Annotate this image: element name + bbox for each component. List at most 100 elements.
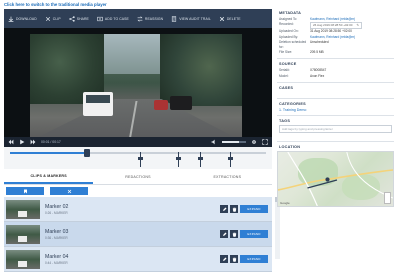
pencil-icon — [222, 207, 226, 211]
metadata-key: Deletion scheduled for: — [279, 39, 307, 50]
clip-marker-subtabs — [4, 185, 272, 197]
view-audit-trail-label: VIEW AUDIT TRAIL — [179, 16, 211, 21]
view-audit-trail-button[interactable]: VIEW AUDIT TRAIL — [171, 15, 211, 22]
timeline-progress — [10, 152, 87, 154]
settings-gear-icon[interactable] — [251, 139, 257, 145]
delete-label: DELETE — [226, 16, 241, 21]
list-item[interactable]: Marker 03 0:36 - MARKER EXPAND — [4, 222, 272, 247]
source-row: Model: Axon Flex — [277, 74, 394, 79]
marker-subtitle: 0:44 - MARKER — [45, 260, 68, 265]
add-to-case-button[interactable]: ADD TO CASE — [97, 16, 129, 22]
expand-marker-button[interactable]: EXPAND — [240, 205, 268, 213]
list-item[interactable]: Marker 02 0:26 - MARKER EXPAND — [4, 197, 272, 222]
timeline-marker[interactable] — [198, 152, 203, 167]
map-pin-icon — [325, 177, 330, 182]
timeline-playhead[interactable] — [83, 149, 90, 157]
trash-icon — [232, 232, 236, 237]
map-attribution: Google — [280, 200, 290, 205]
delete-button[interactable]: DELETE — [219, 16, 241, 22]
marker-thumbnail — [6, 224, 40, 244]
metadata-key: Recorded: — [279, 22, 294, 27]
expand-marker-button[interactable]: EXPAND — [240, 230, 268, 238]
add-to-case-icon — [97, 16, 103, 21]
player-controls: 00:01 / 00:17 — [4, 137, 272, 147]
divider — [277, 58, 394, 60]
marker-subtitle: 0:26 - MARKER — [45, 210, 68, 215]
recorded-date-field[interactable]: 26 Aug 2019 08:28:50 +02:00 ✎ — [310, 22, 362, 30]
edit-marker-button[interactable] — [220, 230, 228, 238]
volume-slider[interactable] — [222, 141, 246, 143]
fast-forward-icon[interactable] — [30, 139, 36, 145]
media-panel: DOWNLOAD CLIP SHARE ADD TO CASE REASSIGN… — [4, 9, 280, 272]
map-roads — [278, 151, 393, 206]
reassign-icon — [137, 15, 143, 22]
tab-redactions[interactable]: REDACTIONS — [93, 169, 182, 184]
metadata-row: File Size: 209.5 MB — [277, 50, 394, 55]
timeline-marker[interactable] — [228, 152, 233, 167]
reassign-label: REASSIGN — [144, 16, 164, 21]
expand-marker-button[interactable]: EXPAND — [240, 255, 268, 263]
edit-marker-button[interactable] — [220, 205, 228, 213]
pencil-icon[interactable]: ✎ — [356, 23, 359, 28]
download-icon — [8, 16, 14, 22]
volume-icon[interactable] — [211, 139, 217, 145]
category-item[interactable]: 1. Training Demo — [277, 108, 394, 112]
divider — [277, 114, 394, 116]
audit-trail-icon — [172, 15, 177, 22]
recorded-date-value: 26 Aug 2019 08:28:50 +02:00 — [313, 23, 353, 28]
list-item[interactable]: Marker 04 0:44 - MARKER EXPAND — [4, 247, 272, 272]
video-player[interactable]: 00:01 / 00:17 — [4, 28, 272, 147]
details-panel: METADATA Assigned To: Kaufmann, Reinhard… — [277, 11, 394, 207]
metadata-value: Unscheduled — [310, 39, 329, 44]
rewind-icon[interactable] — [8, 139, 14, 145]
bookmark-icon — [23, 189, 27, 193]
source-heading: SOURCE — [279, 62, 297, 67]
delete-marker-button[interactable] — [230, 255, 238, 263]
delete-icon — [219, 16, 224, 21]
share-label: SHARE — [76, 16, 89, 21]
marker-title: Marker 04 — [45, 253, 69, 260]
clip-label: CLIP — [52, 16, 61, 21]
marker-list: Marker 02 0:26 - MARKER EXPAND Marker 03… — [4, 197, 280, 272]
marker-timeline[interactable] — [4, 147, 272, 169]
timeline-marker[interactable] — [176, 152, 181, 167]
share-button[interactable]: SHARE — [69, 15, 89, 22]
clips-subtab[interactable] — [50, 187, 88, 195]
clip-button[interactable]: CLIP — [45, 16, 61, 22]
download-label: DOWNLOAD — [16, 16, 37, 21]
tab-extractions[interactable]: EXTRACTIONS — [183, 169, 272, 184]
source-value: Axon Flex — [310, 73, 325, 78]
white-van — [83, 92, 113, 116]
metadata-key: File Size: — [279, 50, 293, 55]
trash-icon — [232, 257, 236, 262]
edit-marker-button[interactable] — [220, 255, 228, 263]
clip-icon — [67, 189, 71, 193]
timeline-marker[interactable] — [138, 152, 143, 167]
media-tabs: CLIPS & MARKERS REDACTIONS EXTRACTIONS — [4, 169, 272, 185]
fullscreen-icon[interactable] — [262, 139, 268, 145]
marker-thumbnail — [6, 199, 40, 219]
play-icon[interactable] — [19, 139, 25, 145]
media-toolbar: DOWNLOAD CLIP SHARE ADD TO CASE REASSIGN… — [4, 9, 272, 28]
pencil-icon — [222, 232, 226, 236]
divider — [277, 81, 394, 83]
map-zoom-control[interactable] — [384, 191, 391, 204]
reassign-button[interactable]: REASSIGN — [137, 15, 164, 22]
marker-title: Marker 02 — [45, 203, 69, 210]
delete-marker-button[interactable] — [230, 205, 238, 213]
divider — [277, 140, 394, 142]
switch-player-link[interactable]: Click here to switch to the traditional … — [4, 2, 107, 7]
delete-marker-button[interactable] — [230, 230, 238, 238]
tab-clips-markers[interactable]: CLIPS & MARKERS — [4, 169, 94, 184]
cases-heading: CASES — [279, 85, 294, 90]
metadata-value: 209.5 MB — [310, 50, 324, 55]
clip-icon — [45, 16, 50, 21]
pencil-icon — [222, 257, 226, 261]
categories-heading: CATEGORIES — [279, 101, 306, 106]
marker-subtitle: 0:36 - MARKER — [45, 235, 68, 240]
location-map[interactable]: Google — [277, 150, 394, 207]
download-button[interactable]: DOWNLOAD — [8, 16, 37, 22]
markers-subtab[interactable] — [6, 187, 44, 195]
tags-input[interactable]: Add tags by typing and pressing Enter — [279, 124, 392, 133]
location-heading: LOCATION — [279, 144, 301, 149]
